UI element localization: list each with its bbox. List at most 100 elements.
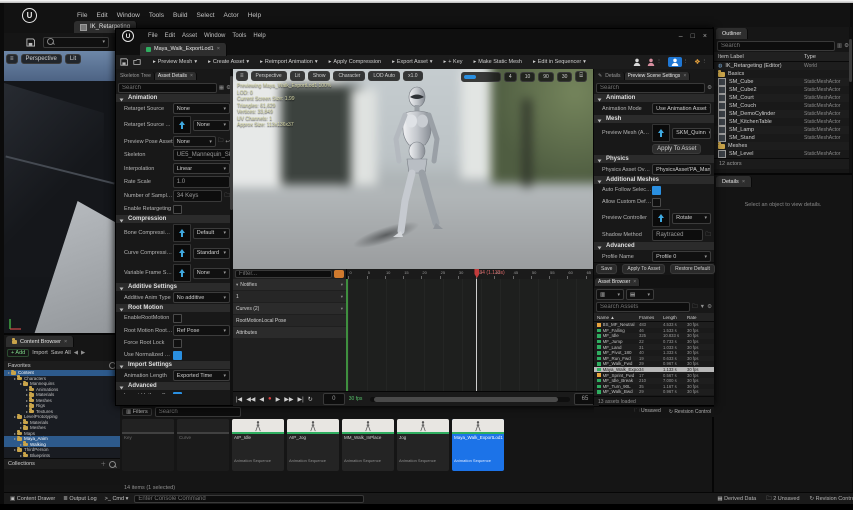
gear-icon[interactable]: ⚙ xyxy=(707,85,712,91)
camera-icon[interactable]: ⌸ xyxy=(575,71,587,82)
asset-details-section-animation[interactable]: Animation xyxy=(116,94,233,102)
apply-button[interactable]: Apply To Asset xyxy=(652,144,701,154)
asset-tile[interactable]: Maya_Walk_ExportLod1Animation Sequence xyxy=(452,419,504,471)
save-icon[interactable] xyxy=(120,58,128,66)
outliner-row[interactable]: SM_CourtStaticMeshActor xyxy=(714,94,852,102)
play-reverse-button[interactable]: ◀ xyxy=(259,396,264,403)
anim-menu-item-file[interactable]: File xyxy=(148,33,158,39)
forward-icon[interactable]: ▶ xyxy=(81,350,85,356)
folder-icon[interactable]: 🗀 xyxy=(692,303,698,312)
asset-dropdown[interactable]: Rotate▾ xyxy=(672,213,711,224)
cb-import-button[interactable]: Import xyxy=(32,350,48,356)
viewport-pill-show[interactable]: Show xyxy=(308,71,331,81)
timeline-filter-input[interactable] xyxy=(235,270,332,278)
property-dropdown[interactable]: Profile 0▾ xyxy=(652,251,711,262)
checkbox[interactable] xyxy=(173,205,182,214)
property-dropdown[interactable]: Use Animation Asset▾ xyxy=(652,103,711,114)
back-icon[interactable]: ◀ xyxy=(74,350,78,356)
ab-row[interactable]: MF_Turn_90L351.167 s30 fps xyxy=(594,384,714,390)
outliner-row[interactable]: SM_KitchenTableStaticMeshActor xyxy=(714,118,852,126)
menu-item-window[interactable]: Window xyxy=(117,12,140,19)
outliner-search-input[interactable] xyxy=(717,41,835,51)
toolbar-button-edit-in-sequencer[interactable]: ▸Edit in Sequencer▾ xyxy=(529,58,590,66)
timeline-grid[interactable] xyxy=(346,279,597,391)
asset-thumbnail[interactable] xyxy=(173,264,191,282)
cb-search-input[interactable] xyxy=(155,407,241,417)
range-start-field[interactable]: 0 xyxy=(323,393,345,405)
viewport-perspective-button[interactable]: Perspective xyxy=(21,54,62,64)
ab-view-dropdown[interactable]: ▤▾ xyxy=(626,289,654,300)
outliner-row[interactable]: SM_CouchStaticMeshActor xyxy=(714,102,852,110)
preview-scene-settings-tab[interactable]: Preview Scene Settings× xyxy=(625,72,691,80)
checkbox[interactable] xyxy=(652,198,661,207)
viewport-menu-icon[interactable]: ≡ xyxy=(236,71,248,81)
ab-row[interactable]: MF_Jump220.733 s30 fps xyxy=(594,339,714,345)
robot-character[interactable] xyxy=(379,85,455,245)
viewport-setting-pill[interactable]: 4 xyxy=(504,72,517,82)
ab-row[interactable]: MF_Land311.033 s30 fps xyxy=(594,344,714,350)
content-drawer-button[interactable]: ▣ Content Drawer xyxy=(10,496,55,502)
checkbox[interactable] xyxy=(173,339,182,348)
ab-row[interactable]: MF_Pivot_180401.333 s30 fps xyxy=(594,350,714,356)
number-field[interactable]: 1.0 xyxy=(173,176,230,188)
anim-menu-item-tools[interactable]: Tools xyxy=(232,33,246,39)
property-dropdown[interactable]: Linear▾ xyxy=(173,163,230,174)
asset-details-section-import-settings[interactable]: Import Settings xyxy=(116,361,233,369)
asset-dropdown[interactable]: Standard▾ xyxy=(193,248,230,259)
browse-to-icon[interactable]: 🗀 xyxy=(218,137,224,146)
toolbar-button-make-static-mesh[interactable]: ▸Make Static Mesh xyxy=(470,58,526,66)
ab-row[interactable]: MF_Run_Fwd190.633 s30 fps xyxy=(594,356,714,362)
asset-dropdown[interactable]: None▾ xyxy=(193,120,230,131)
filter-icon[interactable]: ▼ xyxy=(700,304,705,310)
anim-menu-item-edit[interactable]: Edit xyxy=(165,33,175,39)
outliner-scrollbar[interactable] xyxy=(849,27,852,173)
outliner-row[interactable]: SM_Cube2StaticMeshActor xyxy=(714,86,852,94)
outliner-row[interactable]: SM_CubeStaticMeshActor xyxy=(714,78,852,86)
anim-title-bar[interactable]: U FileEditAssetWindowToolsHelp – □ × xyxy=(116,29,713,43)
outliner-row[interactable]: SM_LampStaticMeshActor xyxy=(714,126,852,134)
viewport-setting-pill[interactable]: 30 xyxy=(557,72,573,82)
preview-section-physics[interactable]: Physics xyxy=(594,155,714,163)
asset-details-section-root-motion[interactable]: Root Motion xyxy=(116,304,233,312)
asset-dropdown[interactable]: SKM_Quinn▾ xyxy=(672,128,711,139)
anim-menu-item-window[interactable]: Window xyxy=(204,33,225,39)
asset-thumbnail[interactable] xyxy=(173,244,191,262)
asset-dropdown[interactable]: None▾ xyxy=(193,268,230,279)
cb-collections-label[interactable]: Collections xyxy=(8,461,100,467)
skeleton-tree-tab[interactable]: Skeleton Tree xyxy=(117,72,155,80)
cb-save-all-button[interactable]: Save All xyxy=(51,350,71,356)
toolbar-button-preview-mesh[interactable]: ▸Preview Mesh▾ xyxy=(149,58,201,66)
preview-button-apply-to-asset[interactable]: Apply To Asset xyxy=(622,264,665,274)
viewport-pill-perspective[interactable]: Perspective xyxy=(251,71,287,81)
checkbox[interactable] xyxy=(173,392,182,395)
asset-tile[interactable]: Key xyxy=(122,419,174,471)
unsaved-button[interactable]: 🗀 2 Unsaved xyxy=(766,495,799,504)
timeline-track-curves-2-[interactable]: Curves (2)▾ xyxy=(233,303,346,314)
viewport-pill-x1-0[interactable]: x1.0 xyxy=(403,71,422,81)
timeline-track-notifies[interactable]: ▾Notifies▾ xyxy=(233,279,346,290)
cb-filters-button[interactable]: ▥ Filters xyxy=(122,408,152,416)
step-back-button[interactable]: ◀◀ xyxy=(246,396,255,403)
asset-details-tab[interactable]: Asset Details× xyxy=(155,72,197,80)
close-icon[interactable]: × xyxy=(742,179,745,185)
skip-to-end-button[interactable]: ▶| xyxy=(298,396,304,403)
ab-column-rate[interactable]: Rate xyxy=(687,315,711,320)
skip-to-start-button[interactable]: |◀ xyxy=(236,396,242,403)
output-log-button[interactable]: ≣ Output Log xyxy=(63,496,96,502)
asset-details-section-advanced[interactable]: Advanced xyxy=(116,382,233,390)
property-dropdown[interactable]: None▾ xyxy=(173,136,216,147)
asset-thumbnail[interactable] xyxy=(173,224,191,242)
ab-row[interactable]: MF_Falling461.533 s30 fps xyxy=(594,328,714,334)
asset-tile[interactable]: JogAnimation Sequence xyxy=(397,419,449,471)
menu-item-tools[interactable]: Tools xyxy=(149,12,164,19)
menu-item-build[interactable]: Build xyxy=(173,12,187,19)
ab-row[interactable]: MF_Idle32510.833 s30 fps xyxy=(594,333,714,339)
asset-thumbnail[interactable] xyxy=(173,116,191,134)
preview-button-restore-default[interactable]: Restore Default xyxy=(670,264,715,274)
content-browser-tab[interactable]: Content Browser× xyxy=(6,336,74,347)
cb-add-button[interactable]: + Add xyxy=(7,349,29,357)
outliner-row[interactable]: Basics xyxy=(714,70,852,78)
outliner-tab[interactable]: Outliner xyxy=(716,28,748,39)
preview-section-additional-meshes[interactable]: Additional Meshes xyxy=(594,176,714,184)
timeline-track-attributes[interactable]: Attributes xyxy=(233,327,346,338)
